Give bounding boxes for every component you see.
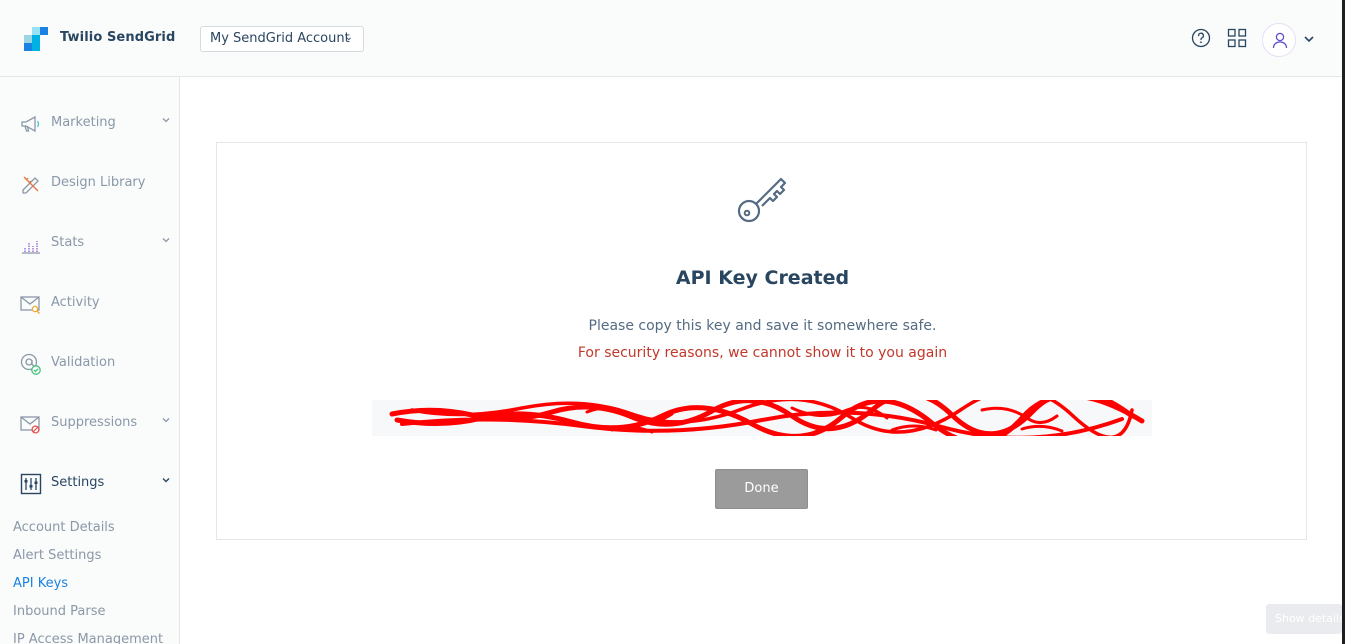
at-check-icon bbox=[20, 353, 41, 375]
sidebar-sub-api-keys[interactable]: API Keys bbox=[13, 576, 68, 591]
chevron-down-icon: ⌄ bbox=[344, 32, 353, 43]
megaphone-icon bbox=[21, 115, 40, 133]
pencil-ruler-icon bbox=[22, 176, 39, 194]
copy-key-message: Please copy this key and save it somewhe… bbox=[588, 318, 937, 334]
card-title: API Key Created bbox=[675, 267, 850, 289]
top-header: Twilio SendGrid My SendGrid Account ⌄ bbox=[0, 0, 1342, 77]
account-select[interactable]: My SendGrid Account ⌄ bbox=[200, 26, 364, 52]
sliders-icon bbox=[20, 473, 42, 495]
key-icon bbox=[737, 177, 787, 223]
sidebar-item-label: Settings bbox=[51, 475, 105, 490]
brand-name: Twilio SendGrid bbox=[60, 30, 176, 45]
show-details-toast[interactable]: Show details bbox=[1266, 604, 1342, 634]
sidebar-item-marketing[interactable]: Marketing bbox=[0, 103, 179, 143]
api-key-created-card: API Key Created Please copy this key and… bbox=[216, 142, 1307, 540]
sidebar-item-design-library[interactable]: Design Library bbox=[0, 163, 179, 203]
envelope-search-icon bbox=[20, 296, 40, 314]
security-warning: For security reasons, we cannot show it … bbox=[577, 345, 948, 361]
sidebar-item-stats[interactable]: Stats bbox=[0, 223, 179, 263]
sidebar-item-label: Activity bbox=[51, 295, 100, 310]
sidebar-item-label: Design Library bbox=[51, 175, 146, 190]
sendgrid-logo-icon bbox=[24, 27, 48, 51]
sidebar-sub-ip-access-management[interactable]: IP Access Management bbox=[13, 632, 163, 644]
account-select-label: My SendGrid Account bbox=[210, 31, 350, 46]
sidebar-item-label: Marketing bbox=[51, 115, 116, 130]
api-key-field[interactable] bbox=[372, 400, 1152, 436]
apps-grid-icon[interactable] bbox=[1227, 28, 1247, 48]
sidebar-item-label: Validation bbox=[51, 355, 116, 370]
envelope-block-icon bbox=[20, 416, 40, 434]
redaction-scribble bbox=[389, 400, 1145, 436]
help-icon[interactable] bbox=[1191, 28, 1211, 48]
sidebar-item-validation[interactable]: Validation bbox=[0, 343, 179, 383]
chevron-down-icon bbox=[162, 418, 170, 423]
sidebar: Marketing Design Library Stats Activity bbox=[0, 77, 180, 644]
chevron-down-icon bbox=[162, 478, 170, 483]
sidebar-item-activity[interactable]: Activity bbox=[0, 283, 179, 323]
user-icon bbox=[1272, 32, 1288, 49]
chevron-down-icon bbox=[162, 238, 170, 243]
sidebar-item-label: Stats bbox=[51, 235, 85, 250]
sidebar-sub-account-details[interactable]: Account Details bbox=[13, 520, 115, 535]
chevron-down-icon[interactable] bbox=[1302, 32, 1316, 46]
done-button[interactable]: Done bbox=[715, 469, 808, 509]
sidebar-item-label: Suppressions bbox=[51, 415, 138, 430]
chevron-down-icon bbox=[162, 118, 170, 123]
sidebar-sub-alert-settings[interactable]: Alert Settings bbox=[13, 548, 101, 563]
sidebar-item-suppressions[interactable]: Suppressions bbox=[0, 403, 179, 443]
user-avatar[interactable] bbox=[1262, 23, 1296, 57]
sidebar-sub-inbound-parse[interactable]: Inbound Parse bbox=[13, 604, 105, 619]
bar-chart-icon bbox=[22, 241, 40, 254]
sidebar-item-settings[interactable]: Settings bbox=[0, 463, 179, 503]
